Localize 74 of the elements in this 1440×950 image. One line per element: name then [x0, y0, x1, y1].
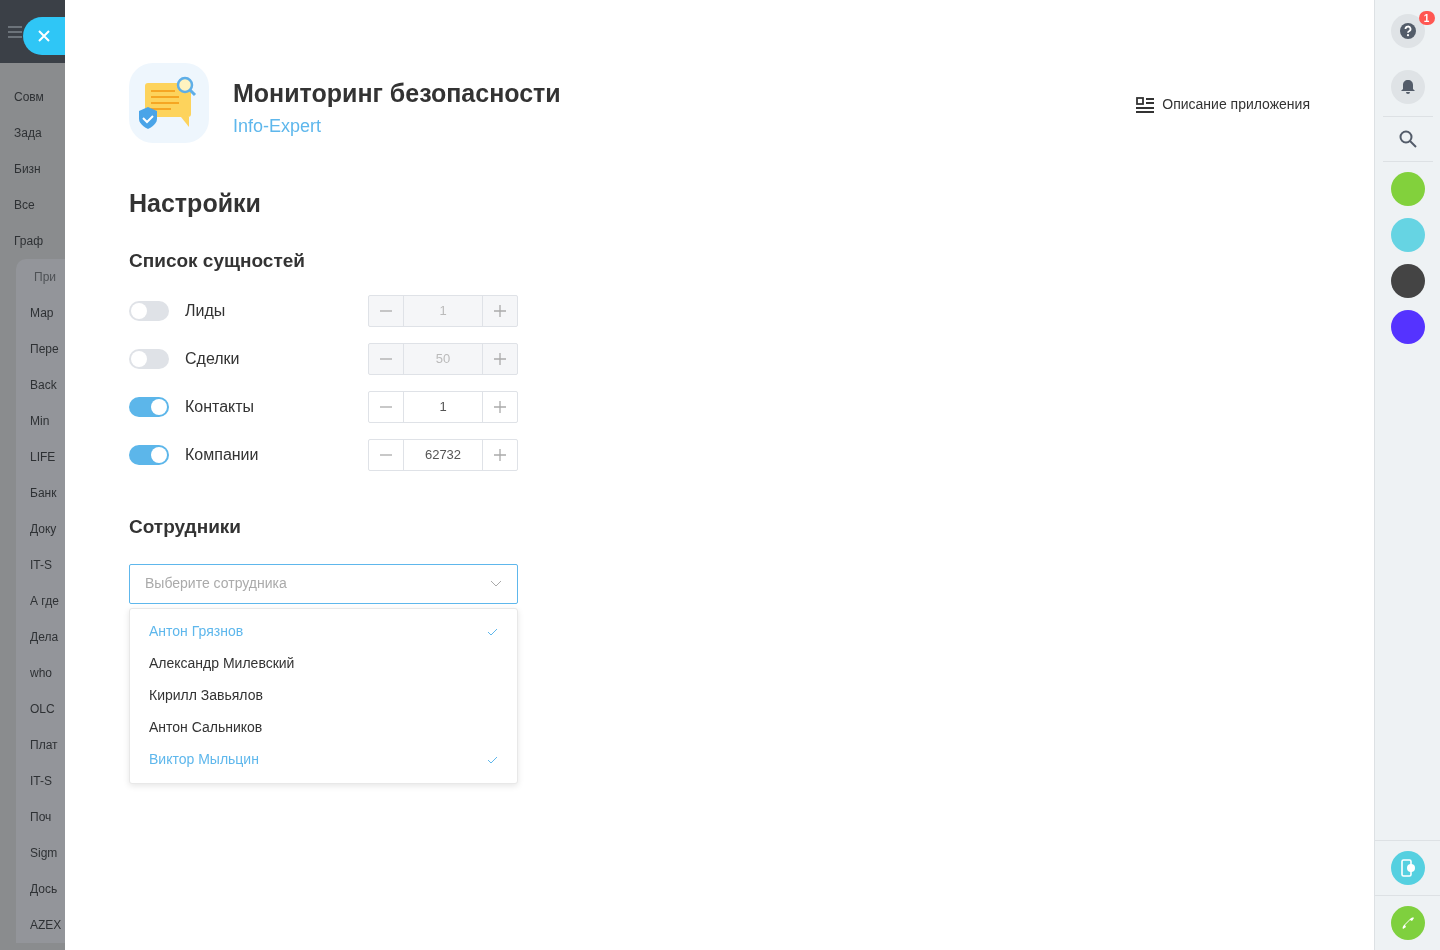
entity-label: Сделки [185, 349, 240, 369]
sidebar-item[interactable]: AZEX [16, 907, 65, 943]
sidebar-section-header: При [16, 259, 65, 295]
sidebar-item[interactable]: Совм [0, 79, 65, 115]
app-logo-icon [129, 63, 209, 143]
sidebar-item[interactable]: LIFE [16, 439, 65, 475]
sidebar-item[interactable]: Все [0, 187, 65, 223]
check-icon [487, 755, 498, 764]
bell-icon [1400, 79, 1415, 95]
phone-cloud-icon [1399, 859, 1416, 877]
plus-icon [494, 449, 506, 461]
sidebar-item[interactable]: А где [16, 583, 65, 619]
description-link[interactable]: Описание приложения [1136, 94, 1310, 115]
dropdown-option[interactable]: Кирилл Завьялов [130, 679, 517, 712]
stepper-value: 1 [438, 398, 448, 417]
help-button[interactable] [1390, 14, 1425, 48]
close-icon [38, 30, 50, 42]
stepper-value: 1 [438, 302, 448, 321]
sidebar-item[interactable]: Поч [16, 799, 65, 835]
notifications-button[interactable] [1390, 70, 1425, 104]
sidebar-item[interactable]: Дела [16, 619, 65, 655]
sidebar-item[interactable]: Sigm [16, 835, 65, 871]
dropdown-option[interactable]: Александр Милевский [130, 647, 517, 680]
toggle-switch[interactable] [129, 445, 169, 465]
toggle-switch[interactable] [129, 349, 169, 369]
sidebar-item[interactable]: Доку [16, 511, 65, 547]
sidebar-item[interactable]: Min [16, 403, 65, 439]
stepper-value: 62732 [423, 446, 463, 465]
entity-label: Компании [185, 445, 259, 465]
sidebar-item[interactable]: Back [16, 367, 65, 403]
toggle-switch[interactable] [129, 397, 169, 417]
entity-label: Контакты [185, 397, 255, 417]
toggle-switch[interactable] [129, 301, 169, 321]
sidebar-item[interactable]: Граф [0, 223, 65, 259]
close-button[interactable] [23, 17, 65, 55]
sidebar-item[interactable]: Зада [0, 115, 65, 151]
search-icon [1398, 130, 1417, 148]
number-stepper[interactable]: 62732 [368, 439, 518, 471]
call-button[interactable] [1390, 906, 1425, 940]
number-stepper[interactable]: 1 [368, 391, 518, 423]
sidebar-item[interactable]: IT-S [16, 763, 65, 799]
sidebar-item[interactable]: Пере [16, 331, 65, 367]
plus-icon [494, 401, 506, 413]
section-heading: Список сущностей [129, 248, 306, 273]
sidebar-item[interactable]: OLC [16, 691, 65, 727]
check-icon [487, 627, 498, 636]
app-vendor: Info-Expert [233, 114, 323, 138]
dropdown-option[interactable]: Виктор Мыльцин [130, 743, 517, 776]
stepper-value: 50 [434, 350, 452, 369]
mobile-app-button[interactable] [1390, 851, 1425, 885]
notification-badge: 1 [1418, 11, 1435, 25]
sidebar-item[interactable]: Дось [16, 871, 65, 907]
sidebar-item[interactable]: Мар [16, 295, 65, 331]
plus-icon [494, 305, 506, 317]
sidebar-item[interactable]: Банк [16, 475, 65, 511]
list-icon [1136, 96, 1155, 113]
help-icon [1399, 23, 1416, 39]
app-title: Мониторинг безопасности [233, 78, 561, 109]
entity-label: Лиды [185, 301, 226, 321]
chevron-down-icon [490, 580, 502, 587]
settings-heading: Настройки [129, 188, 262, 219]
dropdown-option[interactable]: Антон Сальников [130, 711, 517, 744]
minus-icon [380, 406, 392, 408]
plus-icon [494, 353, 506, 365]
minus-icon [380, 454, 392, 456]
minus-icon [380, 310, 392, 312]
sidebar-item[interactable]: Плат [16, 727, 65, 763]
employee-select[interactable]: Выберите сотрудника [129, 563, 518, 604]
menu-icon[interactable] [8, 25, 22, 38]
section-heading: Сотрудники [129, 515, 242, 539]
sidebar-item[interactable]: IT-S [16, 547, 65, 583]
sidebar-item[interactable]: Бизн [0, 151, 65, 187]
sidebar-item[interactable]: who [16, 655, 65, 691]
minus-icon [380, 358, 392, 360]
